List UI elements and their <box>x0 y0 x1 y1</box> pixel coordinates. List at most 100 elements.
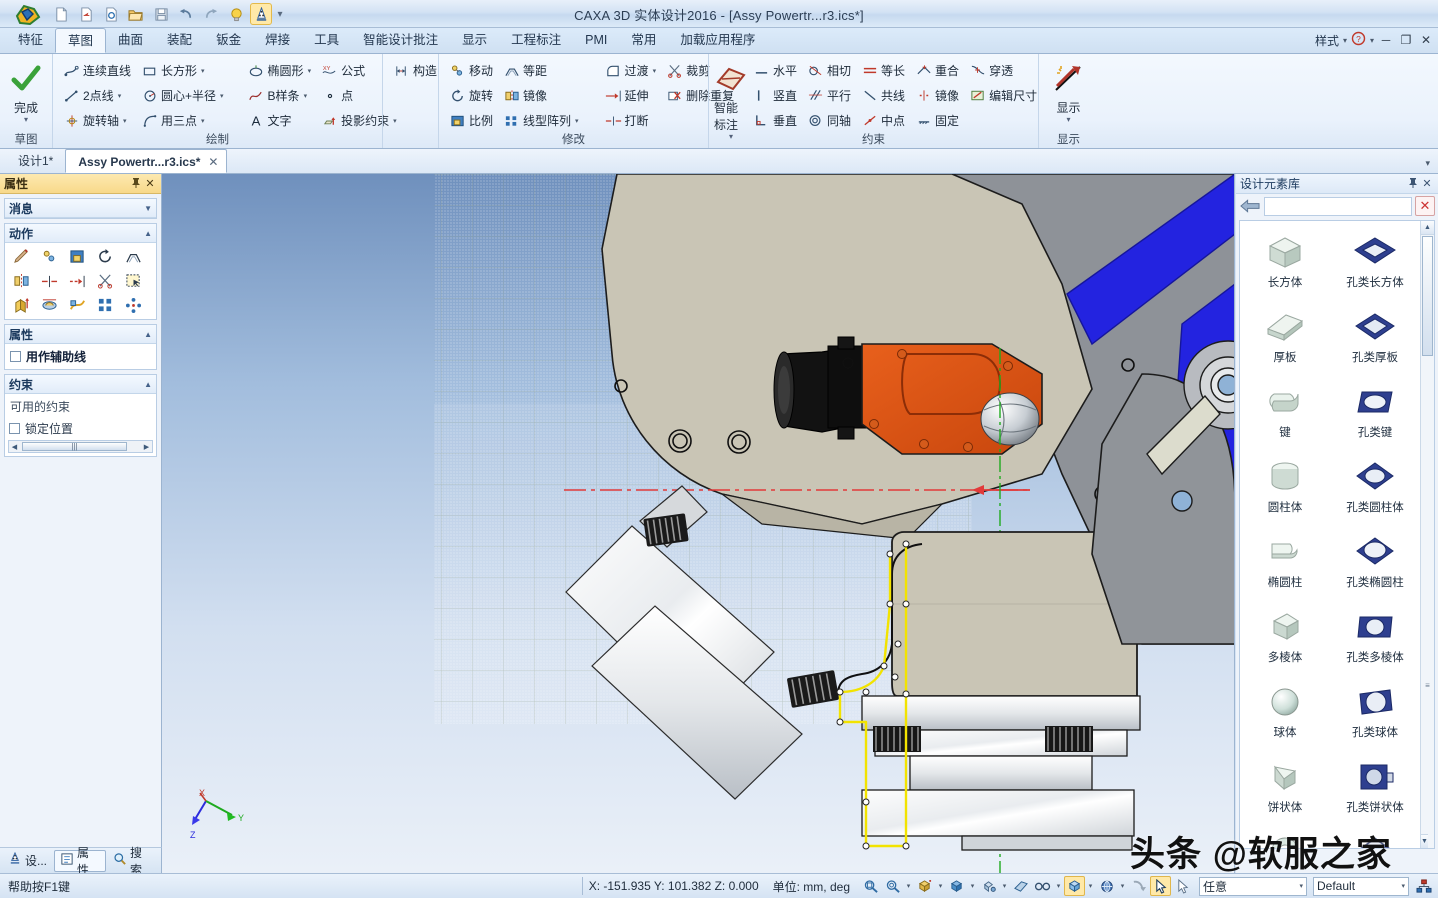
restore-button[interactable]: ❐ <box>1398 33 1414 47</box>
snap-mode-caret-icon[interactable]: ▾ <box>1299 882 1303 890</box>
minimize-button[interactable]: ─ <box>1378 33 1394 47</box>
constraint-fix-button[interactable]: 固定 <box>910 108 964 133</box>
library-item-cylinder[interactable]: 圆柱体 <box>1240 446 1330 521</box>
left-tab-design-tree[interactable]: 设... <box>2 850 53 872</box>
zoom-fit-caret-icon[interactable]: ▾ <box>904 882 913 890</box>
library-close-icon[interactable]: ✕ <box>1420 177 1434 190</box>
draw-circle-caret-icon[interactable]: ▾ <box>220 92 224 100</box>
select-region-icon[interactable] <box>120 270 146 292</box>
scroll-thumb[interactable]: ||| <box>22 442 127 451</box>
zoom-window-icon[interactable] <box>860 876 881 896</box>
trim-scissors-icon[interactable] <box>92 270 118 292</box>
ribbon-tab-display[interactable]: 显示 <box>450 28 499 53</box>
smart-snap-icon[interactable] <box>1128 876 1149 896</box>
display-button[interactable]: 显示 ▾ <box>1044 56 1093 132</box>
modify-fillet-button[interactable]: 过渡 ▾ <box>600 58 662 83</box>
library-scroll-up-icon[interactable]: ▲ <box>1421 221 1434 235</box>
sweep-icon[interactable] <box>64 294 90 316</box>
modify-offset-button[interactable]: 等距 <box>498 58 584 83</box>
ribbon-tab-common[interactable]: 常用 <box>619 28 668 53</box>
library-search-input[interactable] <box>1264 196 1412 216</box>
properties-panel-close-icon[interactable]: ✕ <box>143 177 157 190</box>
draw-revolve-axis-caret-icon[interactable]: ▾ <box>123 117 127 125</box>
library-item-polyhedron-hole[interactable]: 孔类多棱体 <box>1330 596 1420 671</box>
constraint-tangent-button[interactable]: 相切 <box>802 58 856 83</box>
draw-three-point-arc-button[interactable]: 用三点 ▾ <box>136 108 229 133</box>
perspective-icon[interactable] <box>1032 876 1053 896</box>
back-arrow-icon[interactable] <box>1239 196 1261 216</box>
zoom-fit-icon[interactable] <box>882 876 903 896</box>
library-item-wedge[interactable]: 饼状体 <box>1240 746 1330 821</box>
draw-three-point-arc-caret-icon[interactable]: ▾ <box>201 117 205 125</box>
modify-mirror-button[interactable]: 镜像 <box>498 83 584 108</box>
style-combo-caret-icon[interactable]: ▾ <box>1401 882 1405 890</box>
style-menu-label[interactable]: 样式 <box>1315 32 1339 49</box>
library-item-elliptical-cylinder-hole[interactable]: 孔类椭圆柱 <box>1330 521 1420 596</box>
finish-sketch-caret-icon[interactable]: ▾ <box>24 116 28 124</box>
doc-tab-overflow-icon[interactable]: ▾ <box>1425 158 1430 169</box>
ribbon-tab-pmi[interactable]: PMI <box>573 28 619 53</box>
construction-button[interactable]: 构造 <box>388 58 442 83</box>
section-action-header[interactable]: 动作 ▲ <box>5 224 156 243</box>
modify-extend-button[interactable]: 延伸 <box>600 83 662 108</box>
draw-rectangle-caret-icon[interactable]: ▾ <box>201 67 205 75</box>
draw-ellipse-caret-icon[interactable]: ▾ <box>308 67 312 75</box>
library-item-plate[interactable]: 厚板 <box>1240 296 1330 371</box>
modify-fillet-caret-icon[interactable]: ▾ <box>653 67 657 75</box>
draw-revolve-axis-button[interactable]: 旋转轴 ▾ <box>58 108 136 133</box>
extrude-icon[interactable] <box>8 294 34 316</box>
constraint-parallel-button[interactable]: 平行 <box>802 83 856 108</box>
ribbon-tab-smart-annotation[interactable]: 智能设计批注 <box>351 28 450 53</box>
library-item-box-hole[interactable]: 孔类长方体 <box>1330 221 1420 296</box>
library-item-plate-hole[interactable]: 孔类厚板 <box>1330 296 1420 371</box>
library-item-sphere[interactable]: 球体 <box>1240 671 1330 746</box>
style-combo[interactable]: Default ▾ <box>1313 876 1409 896</box>
constraint-collinear-button[interactable]: 共线 <box>856 83 910 108</box>
smart-dimension-button[interactable]: 智能标注 ▾ <box>714 56 748 141</box>
constraint-concentric-button[interactable]: 同轴 <box>802 108 856 133</box>
constraint-pierce-button[interactable]: 穿透 <box>964 58 1042 83</box>
rotate-icon[interactable] <box>92 246 118 268</box>
render-shaded-caret-icon[interactable]: ▾ <box>968 882 977 890</box>
lock-position-checkbox[interactable] <box>9 423 20 434</box>
draw-ellipse-button[interactable]: 椭圆形 ▾ <box>243 58 317 83</box>
draw-polyline-button[interactable]: 连续直线 <box>58 58 136 83</box>
modify-break-button[interactable]: 打断 <box>600 108 662 133</box>
ribbon-tab-addins[interactable]: 加载应用程序 <box>668 28 767 53</box>
library-item-key[interactable]: 键 <box>1240 371 1330 446</box>
modify-linear-pattern-button[interactable]: 线型阵列 ▾ <box>498 108 584 133</box>
library-item-sphere-hole[interactable]: 孔类球体 <box>1330 671 1420 746</box>
cursor-select-icon[interactable] <box>1150 876 1171 896</box>
section-message-header[interactable]: 消息 ▼ <box>5 199 156 218</box>
offset-icon[interactable] <box>120 246 146 268</box>
modify-move-button[interactable]: 移动 <box>444 58 498 83</box>
constraint-coincident-button[interactable]: 重合 <box>910 58 964 83</box>
constraint-horizontal-button[interactable]: 水平 <box>748 58 802 83</box>
ribbon-tab-engineering-annotation[interactable]: 工程标注 <box>499 28 573 53</box>
library-item-box[interactable]: 长方体 <box>1240 221 1330 296</box>
ribbon-tab-sketch[interactable]: 草图 <box>55 28 107 53</box>
left-tab-search[interactable]: 搜索 <box>107 846 159 877</box>
section-constraint-caret-icon[interactable]: ▲ <box>144 380 152 389</box>
pencil-icon[interactable] <box>8 246 34 268</box>
circular-pattern-icon[interactable] <box>120 294 146 316</box>
shaded-box-icon[interactable] <box>1064 876 1085 896</box>
close-button[interactable]: ✕ <box>1418 33 1434 47</box>
constraint-perpendicular-button[interactable]: 垂直 <box>748 108 802 133</box>
modify-rotate-button[interactable]: 旋转 <box>444 83 498 108</box>
library-item-elliptical-cylinder[interactable]: 椭圆柱 <box>1240 521 1330 596</box>
ribbon-tab-tools[interactable]: 工具 <box>302 28 351 53</box>
document-tab-assy-powertrain[interactable]: Assy Powertr...r3.ics* ✕ <box>65 149 228 173</box>
constraint-edit-dimension-button[interactable]: 编辑尺寸 <box>964 83 1042 108</box>
snap-mode-combo[interactable]: 任意 ▾ <box>1199 876 1307 896</box>
constraint-midpoint-button[interactable]: 中点 <box>856 108 910 133</box>
ribbon-tab-assembly[interactable]: 装配 <box>155 28 204 53</box>
global-axis-caret-icon[interactable]: ▾ <box>1118 882 1127 890</box>
draw-two-point-line-button[interactable]: 2点线 ▾ <box>58 83 136 108</box>
finish-sketch-button[interactable]: 完成 ▾ <box>5 56 47 132</box>
render-shaded-icon[interactable] <box>946 876 967 896</box>
mirror-icon[interactable] <box>8 270 34 292</box>
constraint-mirror-button[interactable]: 镜像 <box>910 83 964 108</box>
perspective-caret-icon[interactable]: ▾ <box>1054 882 1063 890</box>
constraint-horizontal-scrollbar[interactable]: ◀ ||| ▶ <box>8 440 153 453</box>
